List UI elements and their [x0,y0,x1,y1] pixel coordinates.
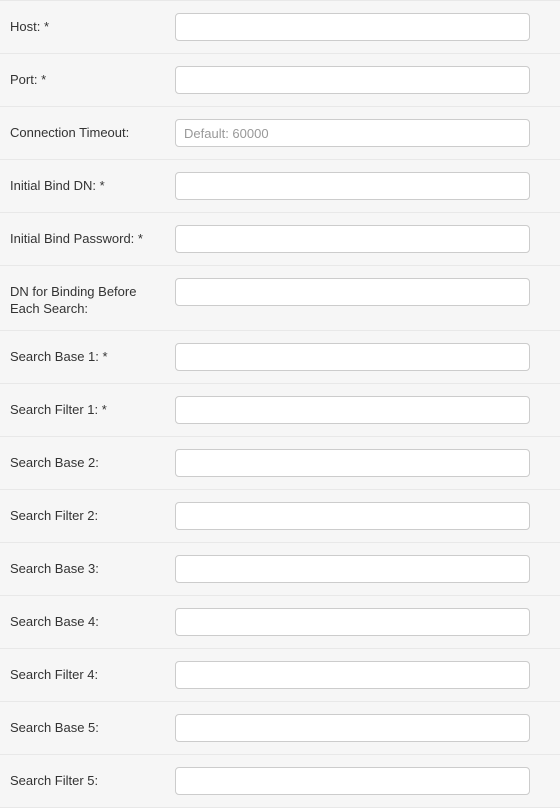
port-input[interactable] [175,66,530,94]
form-row-initial-bind-dn: Initial Bind DN: * [0,160,560,213]
search-filter-2-input[interactable] [175,502,530,530]
label-search-base-5: Search Base 5: [10,714,175,737]
connection-timeout-input[interactable] [175,119,530,147]
label-search-filter-1: Search Filter 1: * [10,396,175,419]
input-wrap [175,714,550,742]
search-base-2-input[interactable] [175,449,530,477]
search-base-4-input[interactable] [175,608,530,636]
input-wrap [175,278,550,306]
label-search-filter-4: Search Filter 4: [10,661,175,684]
input-wrap [175,225,550,253]
label-port: Port: * [10,66,175,89]
input-wrap [175,767,550,795]
input-wrap [175,119,550,147]
label-search-filter-5: Search Filter 5: [10,767,175,790]
input-wrap [175,66,550,94]
host-input[interactable] [175,13,530,41]
search-filter-4-input[interactable] [175,661,530,689]
label-host: Host: * [10,13,175,36]
input-wrap [175,555,550,583]
form-row-host: Host: * [0,0,560,54]
form-row-search-filter-1: Search Filter 1: * [0,384,560,437]
label-search-base-4: Search Base 4: [10,608,175,631]
label-initial-bind-password: Initial Bind Password: * [10,225,175,248]
label-connection-timeout: Connection Timeout: [10,119,175,142]
input-wrap [175,449,550,477]
input-wrap [175,396,550,424]
form-row-search-filter-5: Search Filter 5: [0,755,560,808]
search-base-3-input[interactable] [175,555,530,583]
form-row-search-base-5: Search Base 5: [0,702,560,755]
initial-bind-password-input[interactable] [175,225,530,253]
input-wrap [175,343,550,371]
input-wrap [175,608,550,636]
form-row-search-filter-2: Search Filter 2: [0,490,560,543]
label-search-filter-2: Search Filter 2: [10,502,175,525]
form-row-search-base-4: Search Base 4: [0,596,560,649]
search-base-5-input[interactable] [175,714,530,742]
search-base-1-input[interactable] [175,343,530,371]
form-row-search-base-2: Search Base 2: [0,437,560,490]
label-search-base-2: Search Base 2: [10,449,175,472]
form-row-port: Port: * [0,54,560,107]
search-filter-1-input[interactable] [175,396,530,424]
form-row-search-base-3: Search Base 3: [0,543,560,596]
form-row-initial-bind-password: Initial Bind Password: * [0,213,560,266]
search-filter-5-input[interactable] [175,767,530,795]
initial-bind-dn-input[interactable] [175,172,530,200]
label-search-base-1: Search Base 1: * [10,343,175,366]
form-row-connection-timeout: Connection Timeout: [0,107,560,160]
dn-binding-before-search-input[interactable] [175,278,530,306]
config-form: Host: * Port: * Connection Timeout: Init… [0,0,560,808]
form-row-dn-binding-before-search: DN for Binding Before Each Search: [0,266,560,331]
label-initial-bind-dn: Initial Bind DN: * [10,172,175,195]
form-row-search-filter-4: Search Filter 4: [0,649,560,702]
input-wrap [175,172,550,200]
input-wrap [175,13,550,41]
label-search-base-3: Search Base 3: [10,555,175,578]
input-wrap [175,661,550,689]
input-wrap [175,502,550,530]
form-row-search-base-1: Search Base 1: * [0,331,560,384]
label-dn-binding-before-search: DN for Binding Before Each Search: [10,278,175,318]
